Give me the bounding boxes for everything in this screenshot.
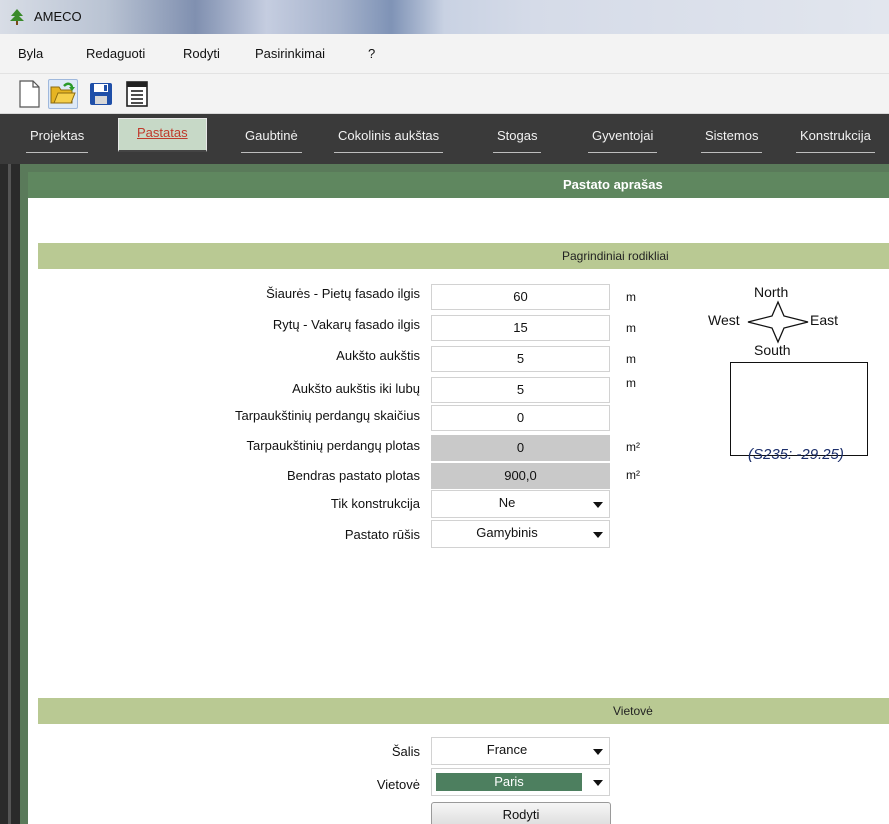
field-label-ew-length: Rytų - Vakarų fasado ilgis (272, 317, 420, 332)
section-location-title: Vietovė (613, 704, 653, 718)
field-label-slab-area: Tarpaukštinių perdangų plotas (246, 438, 420, 453)
ew-length-unit: m (626, 321, 636, 335)
menu-help[interactable]: ? (368, 46, 375, 61)
menu-bar: Byla Redaguoti Rodyti Pasirinkimai ? (0, 34, 889, 74)
compass: North West East South (708, 284, 858, 364)
tab-projektas[interactable]: Projektas (26, 125, 89, 153)
place-label: Vietovė (376, 777, 420, 792)
left-frame-line (8, 164, 11, 824)
building-plan-preview (730, 362, 868, 456)
slab-area-value: 0 (431, 435, 610, 461)
floor-height-unit: m (626, 352, 636, 366)
chevron-down-icon (593, 532, 603, 538)
total-area-value: 900,0 (431, 463, 610, 489)
field-label-total-area: Bendras pastato plotas (287, 468, 420, 483)
place-value: Paris (436, 773, 582, 791)
menu-byla[interactable]: Byla (18, 46, 43, 61)
country-label: Šalis (391, 744, 420, 759)
section-main-title: Pagrindiniai rodikliai (562, 249, 669, 263)
report-button[interactable] (122, 79, 152, 109)
construction-only-select[interactable]: Ne (431, 490, 610, 518)
chevron-down-icon (593, 502, 603, 508)
ns-length-input[interactable]: 60 (431, 284, 610, 310)
tree-icon (10, 9, 24, 25)
field-label-building-type: Pastato rūšis (344, 527, 420, 542)
panel-title: Pastato aprašas (563, 177, 663, 192)
tab-gaubtine[interactable]: Gaubtinė (241, 125, 302, 153)
field-label-ns-length: Šiaurės - Pietų fasado ilgis (266, 286, 420, 301)
building-type-value: Gamybinis (476, 525, 538, 540)
tab-gyventojai[interactable]: Gyventojai (588, 125, 658, 153)
window-title: AMECO (34, 9, 82, 24)
save-icon (90, 83, 112, 105)
menu-rodyti[interactable]: Rodyti (183, 46, 220, 61)
show-button[interactable]: Rodyti (431, 802, 611, 824)
chevron-down-icon (593, 780, 603, 786)
country-select[interactable]: France (431, 737, 610, 765)
slab-area-unit: m² (626, 440, 640, 454)
new-file-icon (19, 80, 40, 108)
field-label-construction-only: Tik konstrukcija (330, 496, 420, 511)
section-main-indicators: Pagrindiniai rodikliai (38, 243, 889, 269)
tab-sistemos[interactable]: Sistemos (701, 125, 763, 153)
floor-height-input[interactable]: 5 (431, 346, 610, 372)
open-button[interactable] (48, 79, 78, 109)
ceiling-height-unit: m (626, 376, 636, 390)
slab-count-input[interactable]: 0 (431, 405, 610, 431)
report-icon (126, 81, 148, 107)
country-value: France (486, 742, 528, 757)
title-bar: AMECO (0, 0, 889, 34)
building-type-select[interactable]: Gamybinis (431, 520, 610, 548)
plan-coordinates: (S235: -29.25) (748, 446, 844, 463)
field-label-ceiling-height: Aukšto aukštis iki lubų (292, 381, 420, 396)
tab-konstrukcija[interactable]: Konstrukcija (796, 125, 875, 153)
ns-length-unit: m (626, 290, 636, 304)
menu-pasirinkimai[interactable]: Pasirinkimai (255, 46, 325, 61)
total-area-unit: m² (626, 468, 640, 482)
compass-north: North (754, 284, 789, 300)
open-folder-icon (50, 82, 76, 104)
compass-west: West (708, 312, 740, 328)
save-button[interactable] (86, 79, 116, 109)
compass-south: South (754, 342, 791, 358)
tab-strip: Projektas Pastatas Gaubtinė Cokolinis au… (0, 114, 889, 164)
field-label-floor-height: Aukšto aukštis (336, 348, 420, 363)
construction-only-value: Ne (498, 495, 516, 510)
ceiling-height-input[interactable]: 5 (431, 377, 610, 403)
tab-cokolinis-aukstas[interactable]: Cokolinis aukštas (334, 125, 444, 153)
tab-stogas[interactable]: Stogas (493, 125, 542, 153)
place-select[interactable]: Paris (431, 768, 610, 796)
section-location: Vietovė (38, 698, 889, 724)
building-panel: Pastato aprašas Pagrindiniai rodikliai Š… (20, 164, 889, 824)
tab-pastatas[interactable]: Pastatas (118, 118, 207, 152)
compass-rose-icon (747, 300, 809, 344)
chevron-down-icon (593, 749, 603, 755)
tab-pastatas-label: Pastatas (137, 125, 188, 140)
field-label-slab-count: Tarpaukštinių perdangų skaičius (235, 408, 420, 423)
menu-redaguoti[interactable]: Redaguoti (86, 46, 145, 61)
panel-header: Pastato aprašas (28, 172, 889, 198)
toolbar (0, 74, 889, 114)
ew-length-input[interactable]: 15 (431, 315, 610, 341)
compass-east: East (810, 312, 839, 328)
new-file-button[interactable] (14, 79, 44, 109)
